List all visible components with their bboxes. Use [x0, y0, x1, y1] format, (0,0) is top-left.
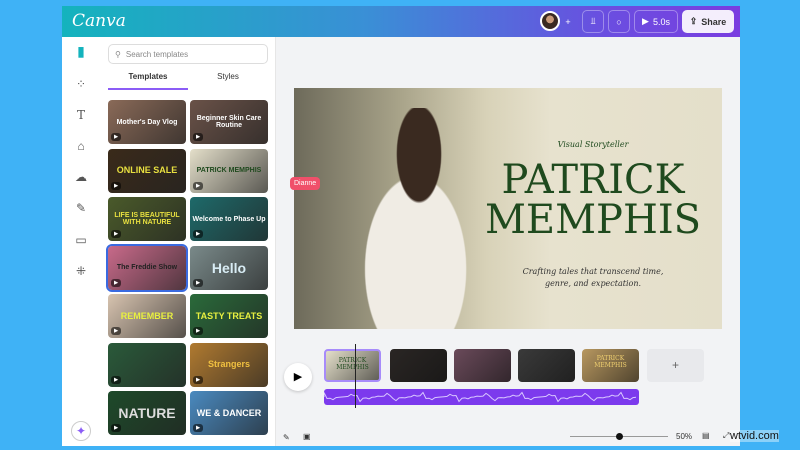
projects-icon[interactable]: ▭: [73, 232, 89, 248]
play-icon: ▶: [111, 424, 121, 432]
playhead[interactable]: [355, 344, 356, 408]
play-icon: ▶: [111, 230, 121, 238]
fullscreen-icon[interactable]: ⤢: [723, 431, 729, 441]
template-thumbnail[interactable]: Hello ▶: [190, 245, 268, 290]
template-title: LIFE IS BEAUTIFUL WITH NATURE: [114, 212, 180, 226]
template-thumbnail[interactable]: TASTY TREATS ▶: [190, 294, 268, 338]
play-icon: ▶: [193, 278, 203, 287]
apps-icon[interactable]: ⁜: [73, 263, 89, 279]
template-title: REMEMBER: [120, 310, 174, 321]
sidebar-rail: ▮ ⁘ T ⌂ ☁ ✎ ▭ ⁜ ✦: [62, 37, 100, 446]
search-input[interactable]: ⚲ Search templates: [108, 44, 268, 64]
search-placeholder: Search templates: [125, 49, 189, 59]
play-icon: ▶: [111, 133, 121, 141]
chart-icon: ⫫: [590, 16, 596, 26]
play-icon: ▶: [193, 181, 203, 190]
elements-icon[interactable]: ⁘: [73, 76, 89, 92]
play-icon: ▶: [193, 375, 203, 384]
play-icon: ▶: [193, 230, 203, 238]
play-button[interactable]: ▶: [284, 363, 312, 391]
zoom-level[interactable]: 50%: [676, 432, 692, 441]
draw-icon[interactable]: ✎: [73, 200, 89, 216]
comment-icon: ○: [616, 16, 622, 27]
template-title: Beginner Skin Care Routine: [196, 115, 262, 129]
share-label: Share: [701, 16, 727, 27]
play-icon: ▶: [111, 327, 121, 335]
notes-icon[interactable]: ✎: [283, 433, 290, 442]
play-icon: ▶: [111, 375, 121, 384]
template-thumbnail[interactable]: NATURE ▶: [108, 391, 186, 435]
template-thumbnail[interactable]: Beginner Skin Care Routine ▶: [190, 100, 268, 144]
design-icon[interactable]: ▮: [73, 43, 89, 59]
share-button[interactable]: ⇪ Share: [682, 10, 734, 33]
timeline-clip[interactable]: PATRICK MEMPHIS: [324, 349, 381, 382]
templates-panel: ⚲ Search templates Templates Styles Mothe…: [100, 37, 321, 446]
timeline-clip[interactable]: [390, 349, 447, 382]
avatar[interactable]: [540, 11, 560, 31]
zoom-slider-handle[interactable]: [616, 433, 623, 440]
template-thumbnail[interactable]: ONLINE SALE ▶: [108, 148, 186, 193]
template-thumbnail[interactable]: LIFE IS BEAUTIFUL WITH NATURE ▶: [108, 197, 186, 241]
template-thumbnail[interactable]: ▶: [108, 342, 186, 387]
design-tagline-line2[interactable]: genre, and expectation.: [464, 279, 722, 288]
play-icon: ▶: [111, 181, 121, 190]
template-title: Hello: [211, 259, 247, 276]
template-thumbnail[interactable]: Strangers ▶: [190, 342, 268, 387]
template-thumbnail[interactable]: WE & DANCER ▶: [190, 391, 268, 435]
clip-label: PATRICK MEMPHIS: [594, 355, 627, 369]
template-thumbnail[interactable]: REMEMBER ▶: [108, 294, 186, 338]
present-icon[interactable]: ▣: [303, 432, 311, 441]
timeline-clip[interactable]: PATRICK MEMPHIS: [582, 349, 639, 382]
template-title: Welcome to Phase Up: [192, 215, 266, 223]
search-icon: ⚲: [115, 49, 121, 59]
magic-icon[interactable]: ✦: [71, 421, 91, 441]
upload-icon: ⇪: [689, 16, 698, 26]
template-title: The Freddie Show: [116, 264, 178, 271]
tab-styles[interactable]: Styles: [188, 72, 268, 81]
template-thumbnail[interactable]: Welcome to Phase Up ▶: [190, 197, 268, 241]
uploads-icon[interactable]: ☁: [73, 169, 89, 185]
template-title: Mother's Day Vlog: [116, 118, 178, 126]
analytics-button[interactable]: ⫫: [582, 10, 604, 33]
clip-label: PATRICK MEMPHIS: [336, 357, 369, 371]
text-icon[interactable]: T: [73, 107, 89, 123]
duration-label: 5.0s: [652, 16, 670, 27]
design-tagline-line1[interactable]: Crafting tales that transcend time,: [464, 267, 722, 276]
design-canvas[interactable]: Visual Storyteller PATRICK MEMPHIS Craft…: [294, 88, 722, 329]
template-title: Strangers: [207, 359, 251, 369]
brand-icon[interactable]: ⌂: [73, 138, 89, 154]
canva-window: Canva + ⫫ ○ ▶ 5.0s ⇪ Share ▮ ⁘ T ⌂ ☁ ✎ ▭ ⁜…: [62, 6, 740, 446]
play-icon: ▶: [193, 133, 203, 141]
template-title: NATURE: [118, 405, 176, 421]
timeline-clip[interactable]: [518, 349, 575, 382]
canva-logo[interactable]: Canva: [72, 11, 126, 31]
template-title: PATRICK MEMPHIS: [196, 167, 262, 174]
play-icon: ▶: [642, 16, 649, 26]
template-title: ONLINE SALE: [116, 165, 178, 175]
design-subtitle[interactable]: Visual Storyteller: [464, 140, 722, 149]
tab-templates[interactable]: Templates: [108, 72, 188, 90]
collaborator-cursor-label: Dianne: [290, 177, 321, 190]
audio-track[interactable]: [324, 389, 639, 405]
present-button[interactable]: ▶ 5.0s: [634, 10, 678, 33]
design-title-line1[interactable]: PATRICK: [464, 160, 722, 200]
template-title: WE & DANCER: [196, 407, 262, 418]
grid-view-icon[interactable]: ▤: [702, 431, 710, 440]
play-icon: ▶: [193, 327, 203, 335]
comment-button[interactable]: ○: [608, 10, 630, 33]
audio-bar: [324, 389, 639, 405]
add-page-button[interactable]: +: [647, 349, 704, 382]
timeline-clip[interactable]: [454, 349, 511, 382]
template-thumbnail[interactable]: Mother's Day Vlog ▶: [108, 100, 186, 144]
design-title-line2[interactable]: MEMPHIS: [464, 200, 722, 240]
play-icon: ▶: [193, 424, 203, 432]
template-thumbnail[interactable]: The Freddie Show ▶: [106, 243, 188, 292]
watermark: wtvid.com: [730, 430, 779, 442]
template-thumbnail[interactable]: PATRICK MEMPHIS ▶: [190, 148, 268, 193]
template-title: TASTY TREATS: [195, 310, 263, 321]
header: Canva + ⫫ ○ ▶ 5.0s ⇪ Share: [62, 6, 740, 37]
play-icon: ▶: [111, 278, 121, 287]
add-collaborator-button[interactable]: +: [560, 10, 576, 33]
